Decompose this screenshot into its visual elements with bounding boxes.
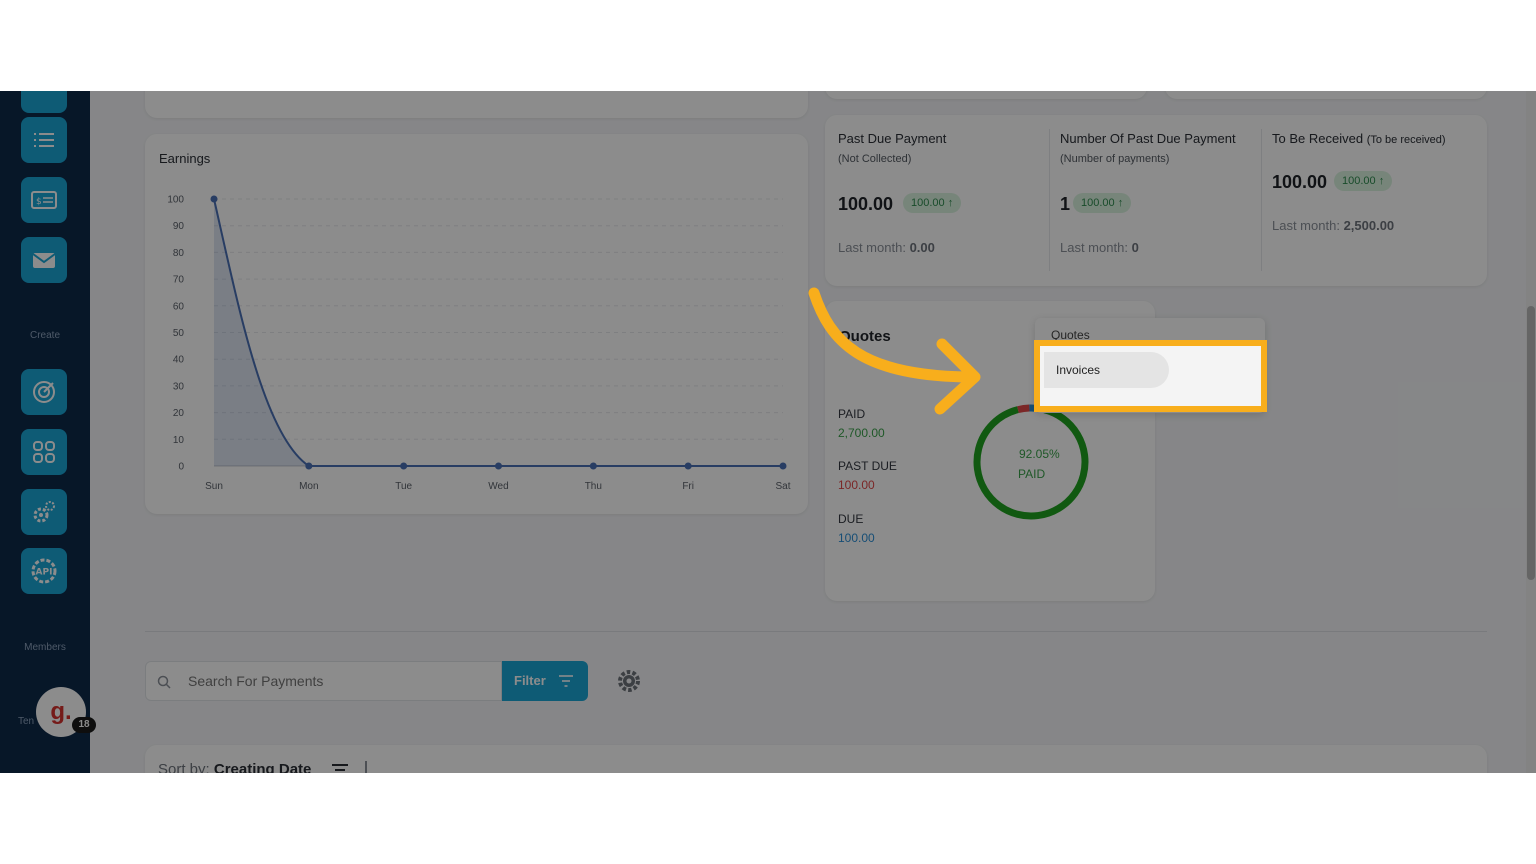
kpi-2-subtitle: (Number of payments) [1060,153,1170,165]
sidebar-section-members: Members [24,642,66,653]
api-icon[interactable]: API [21,548,67,594]
search-input[interactable] [188,670,488,692]
x-tick-label: Mon [299,481,318,492]
stat-due-value: 100.00 [838,531,875,545]
sort-value: Creating Date [213,761,312,773]
tutorial-highlight-box: Invoices [1034,340,1267,412]
scrollbar-thumb[interactable] [1527,306,1535,580]
section-divider [145,631,1487,632]
donut-percent: 92.05% [1019,447,1060,461]
sort-divider [365,761,367,773]
y-tick-label: 70 [173,275,185,286]
avatar-letter: g. [50,698,72,725]
apps-icon[interactable] [21,429,67,475]
screen: $ Create API Members Ten g. 18 Earnings … [0,91,1536,773]
grid-icon[interactable] [21,91,67,113]
scrollbar-track[interactable] [1526,91,1536,773]
y-tick-label: 10 [173,435,185,446]
kpi-3-value: 100.00 [1272,172,1328,192]
dropdown-option-invoices[interactable]: Invoices [1044,352,1169,388]
x-tick-label: Sat [775,481,790,492]
kpi-1-badge: 100.00 ↑ [903,193,962,213]
earnings-point [779,462,787,470]
api-icon-label: API [36,568,53,578]
divider [1261,129,1262,271]
tutorial-arrow-icon [808,287,981,415]
target-icon[interactable] [21,369,67,415]
y-tick-label: 50 [173,328,185,339]
x-tick-label: Thu [585,481,602,492]
filter-button[interactable]: Filter [502,661,588,701]
kpi-card: Past Due Payment (Not Collected) 100.00 … [825,115,1487,286]
earnings-chart: 0 10 20 30 40 50 60 70 80 90 100 Sun Mon Tue Wed Thu Fri… [167,195,790,493]
sort-icon[interactable] [331,763,349,773]
kpi-2-title: Number Of Past Due Payment [1060,131,1236,146]
list-icon[interactable] [21,117,67,163]
top-card [145,91,808,118]
earnings-point [589,462,597,470]
kpi-3-last-month: Last month: 2,500.00 [1272,218,1395,233]
x-tick-label: Fri [682,481,694,492]
filter-icon [559,675,573,687]
earnings-point [495,462,502,470]
kpi-2-badge: 100.00 ↑ [1073,193,1132,213]
x-tick-label: Wed [488,481,508,492]
stat-past-due-label: PAST DUE [838,459,897,473]
top-card-2 [825,91,1147,99]
filter-button-label: Filter [514,673,546,688]
sidebar-section-create: Create [29,330,60,341]
sort-bar: Sort by: Creating Date [145,745,1487,773]
earnings-point [684,462,692,470]
y-tick-label: 100 [167,195,184,206]
y-tick-label: 30 [173,381,185,392]
divider [1049,129,1050,271]
earnings-point [400,462,408,470]
mail-icon[interactable] [21,237,67,283]
x-tick-label: Sun [205,481,223,492]
earnings-card: Earnings 0 10 20 30 40 50 60 70 80 90 100 Sun Mon Tue… [145,134,808,514]
y-tick-label: 90 [173,221,185,232]
invoice-icon[interactable]: $ [21,177,67,223]
stat-past-due-value: 100.00 [838,478,875,492]
kpi-3-badge: 100.00 ↑ [1334,171,1393,191]
sort-control[interactable]: Sort by: Creating Date [158,761,311,773]
kpi-2-value: 1 [1060,194,1071,214]
sort-label: Sort by: [158,761,210,773]
y-tick-label: 20 [173,408,185,419]
y-tick-label: 60 [173,301,185,312]
avatar[interactable]: g. 18 [36,687,96,737]
gear-icon[interactable] [616,668,642,694]
settings-icon[interactable] [21,489,67,535]
stat-paid-value: 2,700.00 [838,426,885,440]
search-box[interactable] [145,661,502,701]
y-tick-label: 0 [178,462,184,473]
kpi-2-last-month: Last month: 0 [1060,240,1139,255]
donut-caption: PAID [1018,467,1046,481]
kpi-1-last-month: Last month: 0.00 [838,240,935,255]
search-icon [157,675,171,689]
earnings-point [210,195,218,203]
kpi-1-title: Past Due Payment [838,131,947,146]
y-tick-label: 40 [173,355,185,366]
sidebar: $ Create API Members Ten g. 18 [0,91,96,773]
kpi-3-title: To Be Received (To be received) [1272,131,1446,146]
notification-badge: 18 [72,717,96,733]
kpi-1-value: 100.00 [838,194,894,214]
earnings-point [305,462,313,470]
stat-due-label: DUE [838,512,864,526]
kpi-1-subtitle: (Not Collected) [838,153,912,165]
x-tick-label: Tue [395,481,412,492]
top-card-3 [1165,91,1487,99]
y-tick-label: 80 [173,248,185,259]
svg-text:$: $ [36,197,42,207]
